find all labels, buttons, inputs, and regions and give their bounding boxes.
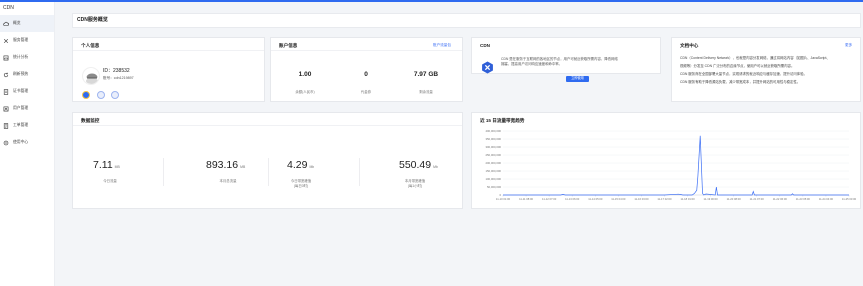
traffic-series-line: [503, 135, 849, 196]
today-bandwidth-peak-value: 4.29 Mb: [287, 159, 315, 171]
sidebar-item-label: 概览: [13, 21, 21, 25]
x-tick-label: 11-20 08:00: [727, 197, 742, 201]
x-tick-label: 11-18 01:00: [680, 197, 695, 201]
y-tick-label: 100,000,000: [485, 177, 501, 181]
y-tick-label: 300,000,000: [485, 145, 501, 149]
traffic-trend-chart: 400,000,000 350,000,000 300,000,000 250,000…: [485, 129, 857, 201]
sidebar-item-label: 服务管理: [13, 38, 29, 42]
sidebar-item-center[interactable]: 使用中心: [0, 134, 54, 151]
today-traffic-label: 今日流量: [103, 179, 117, 183]
month-bandwidth-peak-value: 550.49 Mb: [399, 159, 438, 171]
month-traffic-value: 893.16 MB: [206, 159, 246, 171]
y-tick-label: 50,000,000: [487, 185, 501, 189]
certificate-icon: [3, 88, 9, 95]
x-tick-label: 11-25 03:00: [842, 197, 857, 201]
user-id: ID：238532: [103, 68, 130, 74]
x-tick-label: 11-10 01:00: [496, 197, 511, 201]
page-title: CDN服务概览: [72, 13, 861, 28]
sidebar-item-users[interactable]: 用户管理: [0, 100, 54, 117]
x-tick-label: 11-13 06:00: [565, 197, 580, 201]
brand-label: CDN: [3, 5, 14, 11]
card-title: 个人信息: [81, 43, 100, 48]
x-tick-label: 11-17 02:00: [657, 197, 672, 201]
main-content: CDN服务概览 个人信息 ID：238532 账号：cdn1219897 账户信…: [56, 2, 863, 286]
tools-icon: [3, 38, 9, 44]
refresh-icon: [3, 72, 9, 78]
voucher-value: 0: [364, 71, 368, 78]
x-tick-label: 11-15 04:00: [611, 197, 626, 201]
card-title: 文档中心: [680, 43, 699, 48]
phone-badge-icon[interactable]: [97, 91, 105, 99]
avatar[interactable]: [82, 67, 100, 85]
sidebar-item-label: 统计分析: [13, 55, 29, 59]
card-title: 数据监控: [81, 118, 100, 123]
docs-line: CDN 服务商在全国部署大量节点，实现请求的就近响应与缓存加速，提升访问体验。: [680, 72, 807, 76]
user-icon: [3, 106, 9, 112]
balance-label: 余额(人民币): [295, 90, 315, 94]
docs-line: CDN 服务有助于降低源站负载，减少带宽成本，并提升网站的可用性与稳定性。: [680, 80, 801, 84]
month-traffic-label: 本月总流量: [219, 179, 237, 183]
cloud-icon: [3, 21, 9, 27]
account-name: 账号：cdn1219897: [103, 76, 134, 80]
traffic-package-link[interactable]: 账户流量包: [433, 43, 451, 48]
docs-line: 视频等）分发至 CDN 广泛分布的边缘节点，使用户可以就近获取所需内容。: [680, 64, 795, 68]
card-title: CDN: [480, 43, 490, 48]
cdn-description: CDN 是在服务于互联网的各地区的节点，用户可就近获取所需内容，降低网络拥塞，提…: [501, 57, 618, 66]
chart-icon: [3, 55, 9, 61]
y-tick-label: 350,000,000: [485, 137, 501, 141]
month-bandwidth-peak-label: 本月带宽峰值 (每1小时): [404, 179, 426, 188]
today-bandwidth-peak-label: 今日带宽峰值 (每日0时): [290, 179, 312, 188]
x-tick-label: 11-16 03:00: [634, 197, 649, 201]
cdn-logo-icon: [481, 61, 494, 74]
sidebar-item-stats[interactable]: 统计分析: [0, 49, 54, 66]
y-tick-label: 400,000,000: [485, 129, 501, 133]
y-tick-label: 0: [499, 193, 501, 197]
sidebar-item-label: 工单管理: [13, 123, 29, 127]
sidebar: CDN 概览 服务管理 统计分析 刷新预热 证书管理 用户管理 工单管理 使用中…: [0, 2, 55, 286]
x-tick-label: 11-14 05:00: [588, 197, 603, 201]
docs-text: CDN（Content Delivery Network），也就是内容分发网络，…: [680, 54, 858, 86]
y-tick-label: 250,000,000: [485, 153, 501, 157]
ticket-icon: [3, 122, 9, 129]
sidebar-item-service[interactable]: 服务管理: [0, 32, 54, 49]
y-tick-label: 200,000,000: [485, 161, 501, 165]
x-tick-label: 11-12 07:00: [542, 197, 557, 201]
email-badge-icon[interactable]: [111, 91, 119, 99]
x-tick-label: 11-24 04:00: [819, 197, 834, 201]
sidebar-item-tickets[interactable]: 工单管理: [0, 117, 54, 134]
sidebar-item-certificate[interactable]: 证书管理: [0, 83, 54, 100]
personal-info-card: 个人信息 ID：238532 账号：cdn1219897: [72, 37, 265, 102]
sidebar-item-label: 用户管理: [13, 106, 29, 110]
today-traffic-value: 7.11 MB: [93, 159, 120, 171]
more-link[interactable]: 更多: [845, 43, 852, 48]
card-title: 账户信息: [279, 43, 298, 48]
use-now-button[interactable]: 立即使用: [566, 76, 589, 82]
y-tick-label: 150,000,000: [485, 169, 501, 173]
account-info-card: 账户信息 账户流量包 1.00 余额(人民币) 0 代金券 7.97 GB 剩余…: [270, 37, 463, 102]
remaining-traffic-label: 剩余流量: [419, 90, 433, 94]
voucher-label: 代金券: [360, 90, 372, 94]
remaining-traffic-value: 7.97 GB: [413, 71, 439, 78]
x-tick-label: 11-19 00:00: [704, 197, 719, 201]
docs-line: CDN（Content Delivery Network），也就是内容分发网络，…: [680, 56, 830, 60]
verified-badge-icon[interactable]: [82, 91, 90, 99]
sidebar-item-label: 刷新预热: [13, 72, 29, 76]
sidebar-item-overview[interactable]: 概览: [0, 15, 54, 32]
sidebar-item-label: 使用中心: [13, 140, 29, 144]
x-tick-label: 11-21 07:00: [750, 197, 765, 201]
x-tick-label: 11-22 06:00: [773, 197, 788, 201]
data-monitor-card: 数据监控 7.11 MB 今日流量 893.16 MB 本月总流量 4.29 Mb 今…: [72, 112, 463, 209]
sidebar-item-label: 证书管理: [13, 89, 29, 93]
x-tick-label: 11-23 05:00: [796, 197, 811, 201]
sidebar-item-refresh[interactable]: 刷新预热: [0, 66, 54, 83]
x-tick-label: 11-11 08:00: [519, 197, 533, 201]
settings-icon: [3, 140, 9, 146]
docs-card: 文档中心 更多 CDN（Content Delivery Network），也就…: [671, 37, 861, 102]
avatar-illustration: [86, 73, 98, 84]
balance-value: 1.00: [298, 71, 312, 78]
cdn-card: CDN CDN 是在服务于互联网的各地区的节点，用户可就近获取所需内容，降低网络…: [471, 37, 661, 82]
traffic-trend-card: 近 15 日流量带宽趋势 400,000,000 350,000,000 300,0…: [471, 112, 861, 209]
